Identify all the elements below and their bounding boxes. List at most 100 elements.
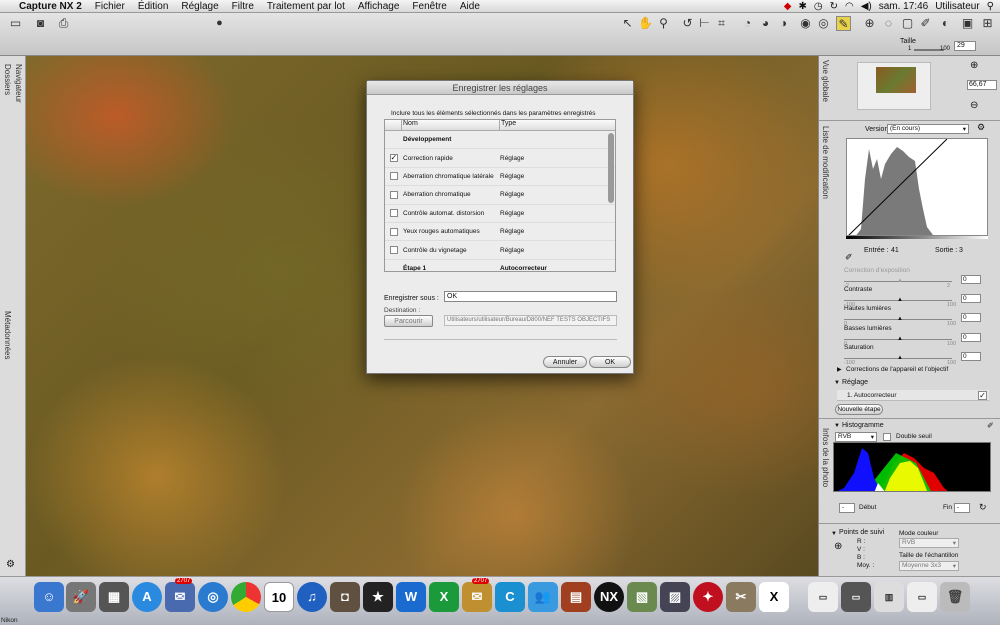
brush-icon[interactable]: ✎ [836, 16, 851, 31]
spotlight-icon[interactable]: ⚲ [987, 1, 994, 12]
zoom-in-icon[interactable]: ⊕ [970, 60, 978, 71]
double-threshold-checkbox[interactable] [883, 433, 891, 441]
trash-icon[interactable]: 🗑 [940, 582, 970, 612]
slider-thumb-icon[interactable]: ▲ [897, 355, 903, 361]
menu-fichier[interactable]: Fichier [95, 1, 125, 12]
layout-icon[interactable]: ⊞ [980, 16, 995, 31]
app-menu[interactable]: Capture NX 2 [19, 1, 82, 12]
slider-thumb-icon[interactable]: ▲ [897, 336, 903, 342]
collapse-tracking-icon[interactable]: ▼ [831, 531, 837, 537]
iphoto-icon[interactable]: ◘ [330, 582, 360, 612]
sync-icon[interactable]: ↻ [830, 1, 838, 12]
settings-gear-icon[interactable]: ⚙ [6, 559, 15, 570]
collapse-histogram-icon[interactable]: ▼ [834, 423, 840, 429]
sample-size-select[interactable]: Moyenne 3x3 ▾ [899, 561, 959, 571]
camera-corrections-label[interactable]: Corrections de l'appareil et l'objectif [846, 366, 948, 373]
slider-value[interactable]: 0 [961, 332, 981, 342]
calendar-icon[interactable]: 10 [264, 582, 294, 612]
menu-filtre[interactable]: Filtre [232, 1, 254, 12]
row-checkbox[interactable] [389, 172, 398, 181]
mission-control-icon[interactable]: ▦ [99, 582, 129, 612]
neutral-point-icon[interactable]: ◑ [776, 16, 791, 31]
menu-traitement-par-lot[interactable]: Traitement par lot [267, 1, 345, 12]
auto-correct-item[interactable]: 1. Autocorrecteur [837, 390, 989, 401]
clock[interactable]: sam. 17:46 [879, 1, 928, 12]
app-store-icon[interactable]: A [132, 582, 162, 612]
auto-correct-checkbox[interactable]: ✓ [978, 391, 987, 400]
edit-list-tab[interactable]: Liste de modification [821, 126, 830, 199]
x11-icon[interactable]: X [759, 582, 789, 612]
table-scrollbar[interactable] [608, 133, 614, 203]
table-row[interactable]: ✓ Correction rapide Réglage [385, 149, 615, 168]
menu-edition[interactable]: Édition [138, 1, 169, 12]
minimized-window-icon[interactable]: ▭ [841, 582, 871, 612]
slider-thumb-icon[interactable]: ▲ [897, 316, 903, 322]
row-checkbox[interactable]: ✓ [389, 154, 398, 163]
curve-graph[interactable] [846, 138, 988, 236]
table-row[interactable]: Aberration chromatique latérale Réglage [385, 167, 615, 187]
white-point-icon[interactable]: ◕ [758, 16, 773, 31]
collapse-adjust-icon[interactable]: ▼ [834, 380, 840, 386]
zoom-value[interactable]: 66,67 [967, 80, 997, 90]
color-mode-select[interactable]: RVB ▾ [899, 538, 959, 548]
minimized-window-icon[interactable]: ▭ [907, 582, 937, 612]
row-checkbox[interactable] [389, 190, 398, 199]
menu-affichage[interactable]: Affichage [358, 1, 400, 12]
contacts-icon[interactable]: 👥 [528, 582, 558, 612]
status-icon[interactable]: ◆ [784, 1, 792, 12]
overview-tab[interactable]: Vue globale [821, 60, 830, 102]
straighten-icon[interactable]: ⊢ [697, 16, 712, 31]
slider-value[interactable]: 0 [961, 351, 981, 361]
mail-stamp-icon[interactable]: ✉ [165, 582, 195, 612]
row-checkbox[interactable] [389, 246, 398, 255]
table-row[interactable]: Étape 1 Autocorrecteur [385, 259, 615, 271]
table-row[interactable]: Contrôle du vignetage Réglage [385, 241, 615, 260]
camera-icon[interactable]: ◙ [33, 16, 48, 31]
fill-icon[interactable]: ◐ [938, 16, 953, 31]
slider-thumb-icon[interactable]: ▲ [897, 278, 903, 284]
eyedropper-icon[interactable]: ✐ [845, 252, 853, 263]
wifi-icon[interactable]: ◠ [845, 1, 854, 12]
time-machine-icon[interactable]: ◷ [814, 1, 823, 12]
acrobat-icon[interactable]: ✦ [693, 582, 723, 612]
slider-value[interactable]: 0 [961, 294, 981, 304]
end-input[interactable]: - [954, 503, 970, 513]
launchpad-icon[interactable]: 🚀 [66, 582, 96, 612]
export-icon[interactable]: ⎙ [56, 16, 71, 31]
rotate-icon[interactable]: ↺ [680, 16, 695, 31]
safari-icon[interactable]: ◎ [198, 582, 228, 612]
finder-icon[interactable]: ☺ [34, 582, 64, 612]
lasso-icon[interactable]: ◌ [881, 16, 896, 31]
minimized-window-icon[interactable]: ▥ [874, 582, 904, 612]
table-row[interactable]: Développement [385, 131, 615, 150]
sidebar-toggle-icon[interactable]: ▭ [8, 16, 23, 31]
bluetooth-icon[interactable]: ✱ [798, 1, 806, 12]
skype-icon[interactable]: C [495, 582, 525, 612]
photo-info-tab[interactable]: Infos de la photo [821, 428, 830, 487]
red-eye-icon[interactable]: ◉ [798, 16, 813, 31]
arrow-tool-icon[interactable]: ↖ [620, 16, 635, 31]
options-gear-icon[interactable]: ⚙ [977, 122, 985, 133]
capture-nx2-icon[interactable]: NX [594, 582, 624, 612]
eye-icon[interactable]: ◎ [816, 16, 831, 31]
menu-reglage[interactable]: Réglage [181, 1, 218, 12]
ok-button[interactable]: OK [589, 356, 631, 368]
add-tracking-point-icon[interactable]: ⊕ [834, 541, 842, 552]
user-menu[interactable]: Utilisateur [935, 1, 979, 12]
menu-aide[interactable]: Aide [460, 1, 480, 12]
volume-icon[interactable]: ◀) [861, 1, 872, 12]
slider-thumb-icon[interactable]: ▲ [897, 297, 903, 303]
col-type-header[interactable]: Type [500, 120, 615, 130]
black-point-icon[interactable]: ◔ [740, 16, 755, 31]
metadata-tab[interactable]: Métadonnées [3, 311, 12, 359]
new-step-button[interactable]: Nouvelle étape [835, 404, 883, 415]
save-as-input[interactable]: OK [444, 291, 617, 302]
excel-icon[interactable]: X [429, 582, 459, 612]
table-row[interactable]: Aberration chromatique Réglage [385, 186, 615, 205]
row-checkbox[interactable] [389, 209, 398, 218]
eyedropper-histogram-icon[interactable]: ✐ [987, 421, 994, 430]
navigator-tab[interactable]: Navigateur [14, 64, 23, 103]
presentation-icon[interactable]: ▤ [561, 582, 591, 612]
imovie-star-icon[interactable]: ★ [363, 582, 393, 612]
image-capture-icon[interactable]: ▨ [660, 582, 690, 612]
